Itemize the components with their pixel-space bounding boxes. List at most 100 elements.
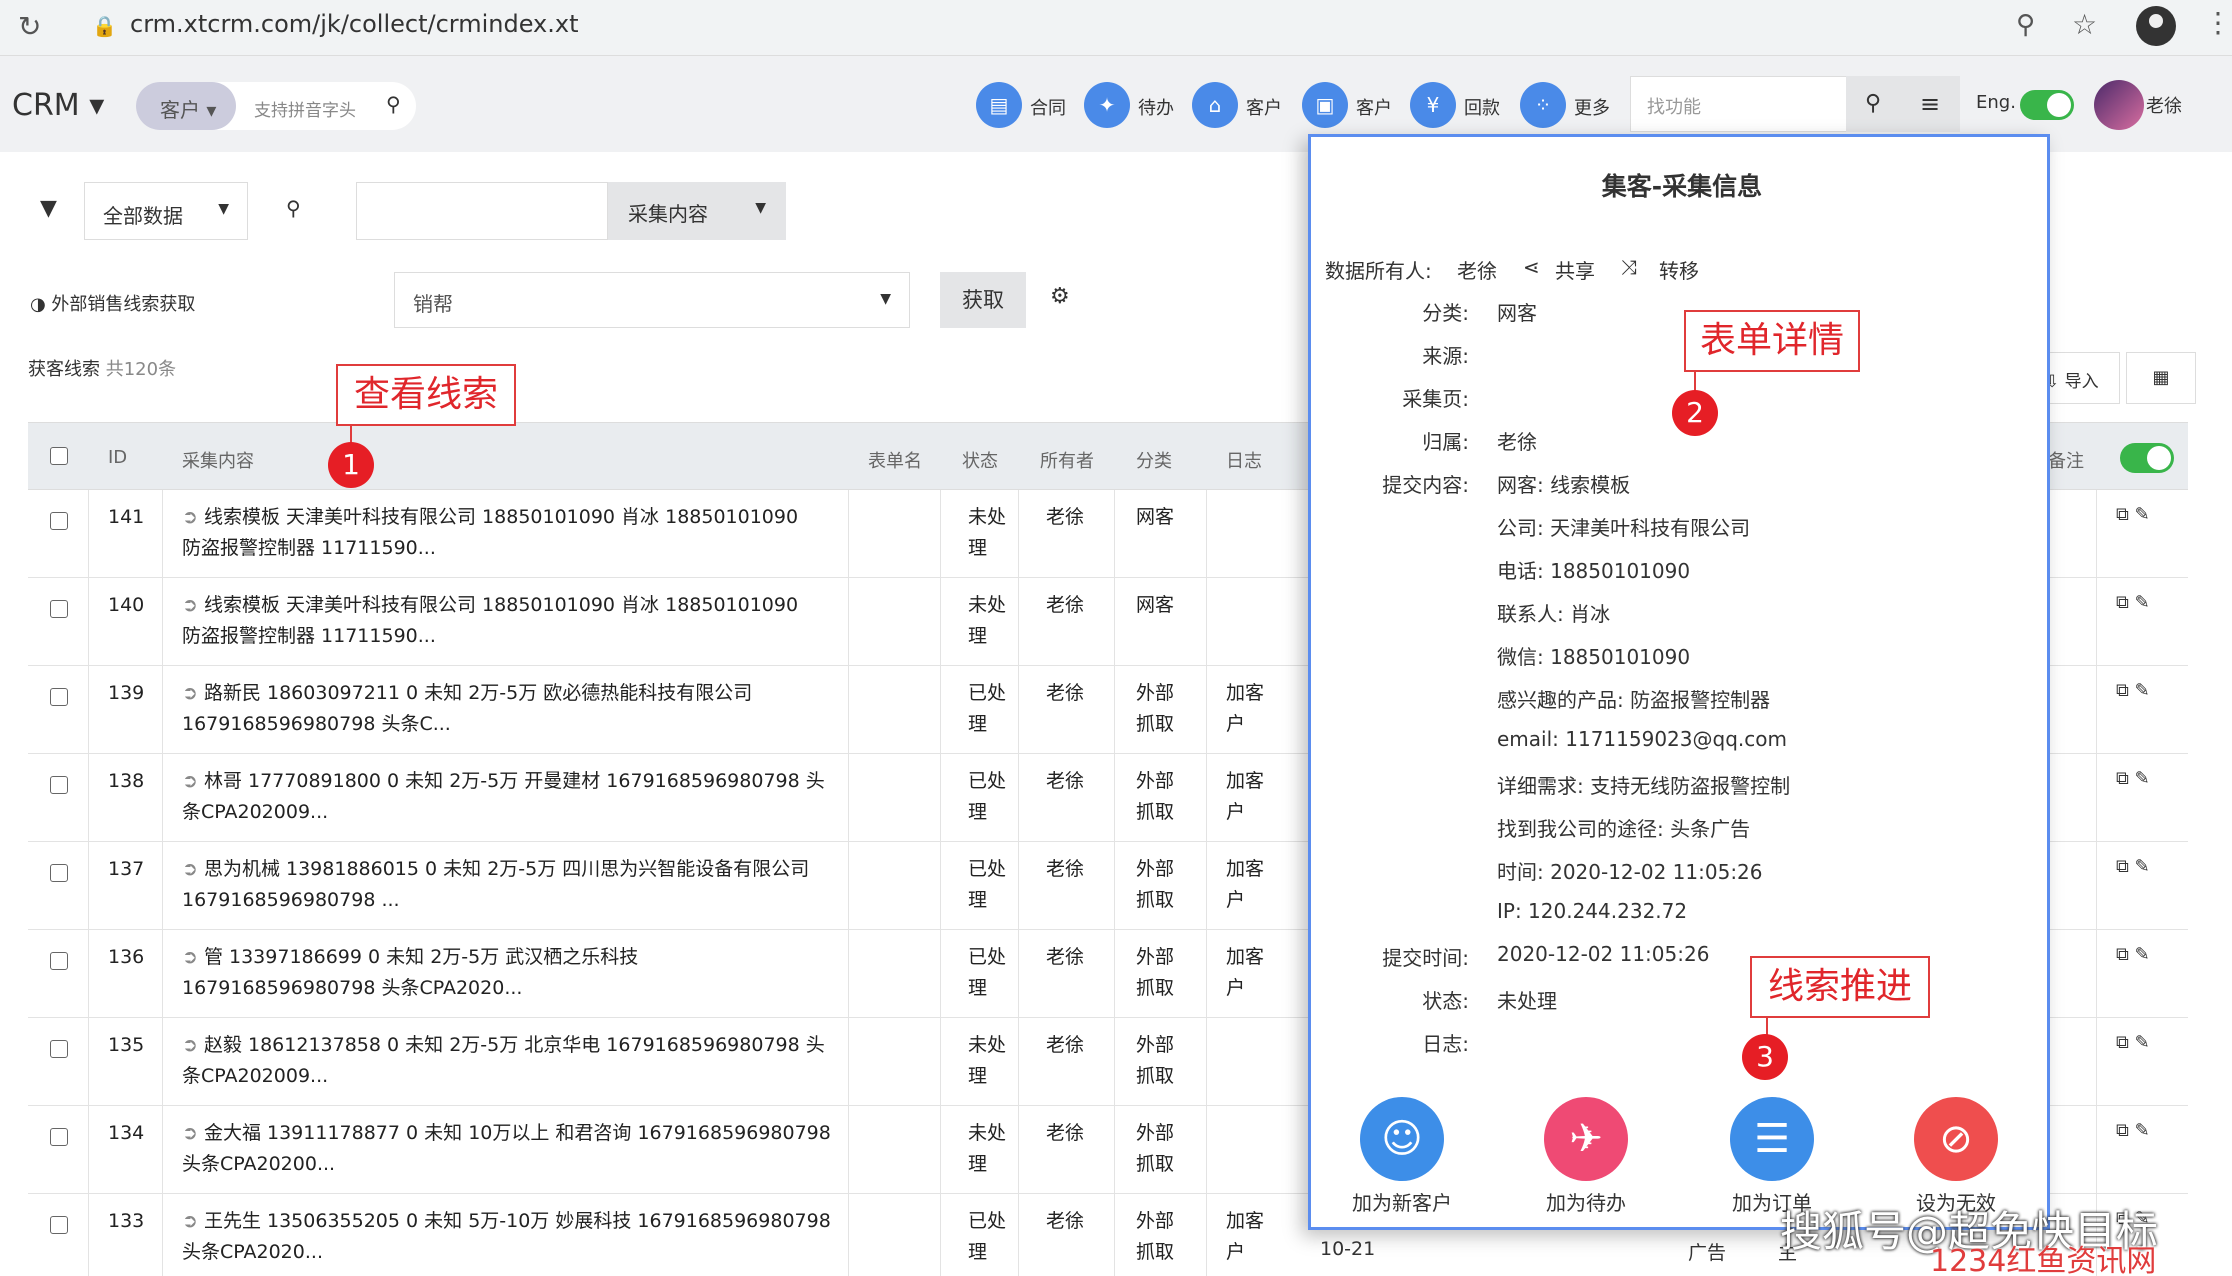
address-bar[interactable]: crm.xtcrm.com/jk/collect/crmindex.xt (130, 10, 579, 38)
column-grid-icon[interactable]: ▦ (2126, 352, 2196, 404)
row-status: 未处理 (968, 506, 1007, 559)
brand-menu[interactable]: CRM ▾ (12, 88, 104, 123)
browser-menu-icon[interactable]: ⋮ (2204, 6, 2232, 39)
transfer-icon[interactable]: ⤨ (1621, 255, 1637, 279)
row-content[interactable]: ➲ 赵毅 18612137858 0 未知 2万-5万 北京华电 1679168… (182, 1030, 842, 1092)
external-link-icon[interactable]: ⧉ (2116, 856, 2129, 877)
edit-pencil-icon[interactable]: ✎ (2135, 504, 2150, 525)
add-customer-button[interactable]: ☺ 加为新客户 (1327, 1097, 1477, 1216)
row-status: 已处理 (968, 682, 1007, 735)
edit-pencil-icon[interactable]: ✎ (2135, 680, 2150, 701)
row-content[interactable]: ➲ 王先生 13506355205 0 未知 5万-10万 妙展科技 16791… (182, 1206, 842, 1268)
todo-runner-icon: ✦ (1084, 82, 1130, 128)
collect-page-label: 采集页: (1402, 387, 1469, 411)
col-category[interactable]: 分类 (1136, 447, 1172, 473)
row-category: 外部 抓取 (1136, 1210, 1175, 1263)
col-remark[interactable]: 备注 (2048, 447, 2084, 473)
annotation-lead-progress: 线索推进 (1750, 956, 1930, 1018)
external-link-icon[interactable]: ⧉ (2116, 944, 2129, 965)
row-checkbox[interactable] (50, 512, 68, 530)
row-checkbox[interactable] (50, 776, 68, 794)
fetch-button[interactable]: 获取 (940, 272, 1026, 328)
add-todo-button[interactable]: ✈ 加为待办 (1511, 1097, 1661, 1216)
reload-icon[interactable]: ↻ (18, 10, 41, 43)
share-button[interactable]: 共享 (1555, 255, 1595, 284)
keyword-input[interactable] (356, 182, 608, 240)
row-owner: 老徐 (1046, 506, 1085, 528)
col-log[interactable]: 日志 (1226, 447, 1262, 473)
external-link-icon[interactable]: ⧉ (2116, 1032, 2129, 1053)
transfer-button[interactable]: 转移 (1659, 255, 1699, 284)
user-name[interactable]: 老徐 (2146, 92, 2182, 118)
select-all-checkbox[interactable] (50, 447, 68, 465)
external-link-icon[interactable]: ⧉ (2116, 504, 2129, 525)
edit-pencil-icon[interactable]: ✎ (2135, 1120, 2150, 1141)
submit-content-label: 提交内容: (1382, 473, 1469, 497)
row-content[interactable]: ➲ 思为机械 13981886015 0 未知 2万-5万 四川思为兴智能设备有… (182, 854, 842, 916)
search-icon[interactable]: ⚲ (386, 92, 401, 116)
edit-pencil-icon[interactable]: ✎ (2135, 1032, 2150, 1053)
share-icon[interactable]: ⋖ (1523, 255, 1540, 279)
annotation-num-1: 1 (328, 442, 374, 488)
edit-pencil-icon[interactable]: ✎ (2135, 592, 2150, 613)
col-content[interactable]: 采集内容 (182, 447, 254, 473)
log-label: 日志: (1422, 1032, 1469, 1056)
watermark-site: 1234红鱼资讯网 (1930, 1244, 2157, 1276)
col-form[interactable]: 表单名 (868, 447, 922, 473)
row-actions: ⧉ ✎ (2116, 1032, 2150, 1053)
row-content[interactable]: ➲ 线索模板 天津美叶科技有限公司 18850101090 肖冰 1885010… (182, 502, 842, 564)
find-function-input[interactable]: 找功能 (1630, 76, 1850, 132)
row-checkbox[interactable] (50, 688, 68, 706)
row-content[interactable]: ➲ 线索模板 天津美叶科技有限公司 18850101090 肖冰 1885010… (182, 590, 842, 652)
bookmark-star-icon[interactable]: ☆ (2072, 8, 2097, 41)
gear-icon[interactable]: ⚙ (1050, 284, 1070, 309)
more-grid-icon: ⁘ (1520, 82, 1566, 128)
col-owner[interactable]: 所有者 (1040, 447, 1094, 473)
row-checkbox[interactable] (50, 1040, 68, 1058)
col-id[interactable]: ID (108, 447, 127, 468)
row-checkbox[interactable] (50, 1216, 68, 1234)
action-icon: ✈ (1544, 1097, 1628, 1181)
row-content[interactable]: ➲ 管 13397186699 0 未知 2万-5万 武汉栖之乐科技 167916… (182, 942, 842, 1004)
row-content[interactable]: ➲ 林哥 17770891800 0 未知 2万-5万 开曼建材 1679168… (182, 766, 842, 828)
column-toggle[interactable] (2120, 443, 2174, 473)
row-checkbox[interactable] (50, 952, 68, 970)
category-value: 网客 (1497, 301, 1537, 325)
submit-time-label: 提交时间: (1382, 946, 1469, 970)
edit-pencil-icon[interactable]: ✎ (2135, 944, 2150, 965)
content-field-dropdown[interactable]: 采集内容 ▼ (608, 182, 786, 240)
row-id: 140 (108, 594, 145, 616)
row-checkbox[interactable] (50, 864, 68, 882)
action-label: 加为待办 (1546, 1191, 1626, 1215)
hamburger-menu-icon[interactable]: ≡ (1900, 76, 1960, 132)
find-search-icon[interactable]: ⚲ (1846, 76, 1900, 132)
row-checkbox[interactable] (50, 1128, 68, 1146)
search-type-dropdown[interactable]: 客户 ▾ (136, 82, 236, 130)
global-search: 客户 ▾ 支持拼音字头 ⚲ (136, 82, 416, 130)
external-link-icon[interactable]: ⧉ (2116, 680, 2129, 701)
submit-line: 找到我公司的途径: 头条广告 (1497, 817, 1751, 841)
scope-select[interactable]: 全部数据 ▼ (84, 182, 248, 240)
external-link-icon[interactable]: ⧉ (2116, 1120, 2129, 1141)
row-content[interactable]: ➲ 路新民 18603097211 0 未知 2万-5万 欧必德热能科技有限公司… (182, 678, 842, 740)
lang-label: Eng. (1976, 92, 2016, 113)
col-status[interactable]: 状态 (962, 447, 998, 473)
external-link-icon[interactable]: ⧉ (2116, 592, 2129, 613)
account-icon[interactable] (2136, 6, 2176, 46)
row-status: 已处理 (968, 770, 1007, 823)
edit-pencil-icon[interactable]: ✎ (2135, 856, 2150, 877)
submit-line: 感兴趣的产品: 防盗报警控制器 (1497, 688, 1771, 712)
chevron-circle-icon: ➲ (182, 594, 204, 616)
filter-icon[interactable]: ▼ (40, 196, 57, 221)
zoom-icon[interactable]: ⚲ (2016, 10, 2035, 40)
search-input[interactable]: 支持拼音字头 (254, 96, 356, 121)
lang-toggle[interactable] (2020, 90, 2074, 120)
annotation-form-detail: 表单详情 (1684, 310, 1860, 372)
external-link-icon[interactable]: ⧉ (2116, 768, 2129, 789)
row-content[interactable]: ➲ 金大福 13911178877 0 未知 10万以上 和君咨询 167916… (182, 1118, 842, 1180)
edit-pencil-icon[interactable]: ✎ (2135, 768, 2150, 789)
avatar[interactable] (2094, 80, 2144, 130)
row-checkbox[interactable] (50, 600, 68, 618)
source-select[interactable]: 销帮 ▼ (394, 272, 910, 328)
submit-line: 微信: 18850101090 (1497, 645, 1691, 669)
